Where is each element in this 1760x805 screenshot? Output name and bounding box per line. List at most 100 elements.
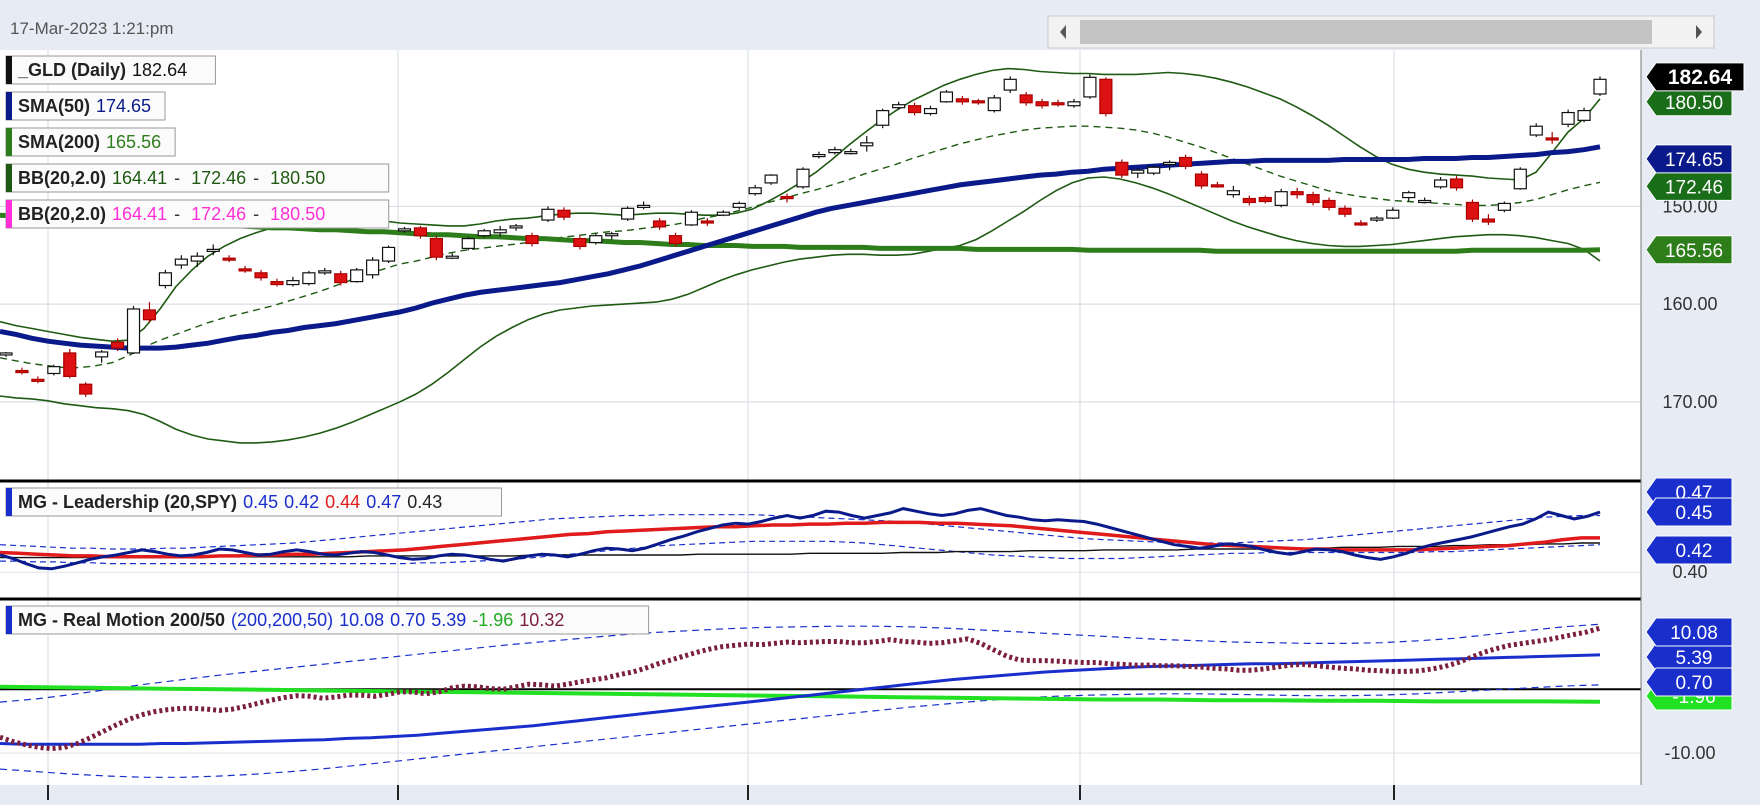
chart-window: 17-Mar-2023 1:21:pm 170.00 160.00 150.00 0.… [0, 0, 1760, 800]
svg-text:165.56: 165.56 [1665, 241, 1723, 262]
svg-text:5.39: 5.39 [1676, 648, 1713, 669]
legend-value: 0.70 [390, 610, 425, 630]
legend-value: 164.41 [112, 168, 167, 188]
svg-text:MG - Leadership (20,SPY)0.450.: MG - Leadership (20,SPY) 0.45 0.42 0.44 0.47… [18, 492, 442, 512]
legend-value: 174.65 [96, 96, 151, 116]
value-badge: 182.64 [1645, 62, 1745, 92]
candle [429, 235, 443, 261]
legend-value: 0.45 [243, 492, 278, 512]
legend-swatch [6, 128, 12, 156]
legend-value: 10.32 [519, 610, 564, 630]
candle [764, 174, 778, 185]
price-plot-area [0, 50, 1641, 480]
legend-item: SMA(50) 174.65 [5, 91, 166, 121]
candle [63, 349, 77, 379]
legend-swatch [6, 92, 12, 120]
legend-swatch [6, 488, 12, 516]
svg-text:10.08: 10.08 [1670, 623, 1718, 644]
svg-text:0.45: 0.45 [1676, 503, 1713, 524]
candle [1083, 74, 1097, 99]
legend-value: 165.56 [106, 132, 161, 152]
price-axis: 170.00160.00150.000.40-10.00180.50172.46… [1645, 62, 1745, 763]
legend-swatch [6, 606, 12, 634]
legend-label: SMA(50) [18, 96, 90, 116]
legend-value: 0.43 [407, 492, 442, 512]
legend-value: 5.39 [431, 610, 466, 630]
svg-text:172.46: 172.46 [1665, 177, 1723, 198]
candle [621, 206, 635, 222]
legend-value: 172.46 [191, 204, 246, 224]
axis-tick-label: 160.00 [1662, 294, 1717, 314]
legend-label: MG - Leadership (20,SPY) [18, 492, 237, 512]
horizontal-scrollbar[interactable] [1047, 15, 1715, 49]
candle [126, 306, 141, 354]
legend-value: 164.41 [112, 204, 167, 224]
svg-text:BB(20,2.0)164.41 - 172.46 - 18: BB(20,2.0) 164.41 - 172.46 - 180.50 [18, 204, 325, 224]
candle [350, 267, 364, 283]
legend-value: - [169, 168, 185, 188]
scrollbar-thumb[interactable] [1080, 20, 1652, 44]
value-badge: 165.56 [1645, 235, 1733, 265]
svg-text:0.70: 0.70 [1676, 673, 1713, 694]
value-badge: 10.08 [1645, 617, 1733, 647]
candle [302, 270, 316, 286]
candle [1513, 167, 1527, 190]
legend-value: 0.42 [284, 492, 319, 512]
candle [1003, 76, 1017, 93]
legend-swatch [6, 56, 12, 84]
candle [1497, 201, 1511, 213]
timestamp: 17-Mar-2023 1:21:pm [10, 19, 173, 38]
legend-value: - [248, 204, 264, 224]
axis-tick-label: 0.40 [1672, 562, 1707, 582]
legend-value: - [248, 168, 264, 188]
candle [1593, 76, 1607, 96]
svg-text:MG - Real Motion 200/50(200,20: MG - Real Motion 200/50 (200,200,50) 10.08… [18, 610, 564, 630]
legend-value: - [169, 204, 185, 224]
value-badge: 5.39 [1645, 642, 1733, 672]
value-badge: 174.65 [1645, 144, 1733, 174]
legend-label: BB(20,2.0) [18, 204, 106, 224]
legend-item: MG - Leadership (20,SPY) 0.45 0.42 0.44 0.47… [5, 487, 503, 517]
candle [796, 167, 810, 189]
candle [1115, 159, 1129, 179]
candle [1274, 188, 1288, 208]
value-badge: 0.45 [1645, 497, 1733, 527]
svg-text:174.65: 174.65 [1665, 150, 1723, 171]
candle [47, 364, 61, 376]
legend-value: 182.64 [132, 60, 187, 80]
legend-value: 0.47 [366, 492, 401, 512]
value-badge: 0.42 [1645, 535, 1733, 565]
candle [541, 206, 555, 222]
legend-value: 180.50 [270, 168, 325, 188]
legend-value: 0.44 [325, 492, 360, 512]
svg-text:BB(20,2.0)164.41 - 172.46 - 18: BB(20,2.0) 164.41 - 172.46 - 180.50 [18, 168, 325, 188]
legend-label: BB(20,2.0) [18, 168, 106, 188]
svg-text:182.64: 182.64 [1668, 66, 1733, 89]
value-badge: 172.46 [1645, 171, 1733, 201]
svg-text:_GLD (Daily)182.64: _GLD (Daily) 182.64 [17, 60, 187, 80]
axis-tick-label: 170.00 [1662, 392, 1717, 412]
svg-text:0.42: 0.42 [1676, 541, 1713, 562]
legend-label: MG - Real Motion 200/50 [18, 610, 225, 630]
candle [939, 90, 954, 103]
legend-label: _GLD (Daily) [17, 60, 126, 80]
legend-swatch [6, 164, 12, 192]
legend-item: BB(20,2.0) 164.41 - 172.46 - 180.50 [5, 163, 390, 193]
legend-value: (200,200,50) [231, 610, 333, 630]
legend-value: 10.08 [339, 610, 384, 630]
candle [684, 210, 699, 226]
candle [158, 269, 172, 289]
legend-item: BB(20,2.0) 164.41 - 172.46 - 180.50 [5, 199, 390, 229]
svg-text:180.50: 180.50 [1665, 93, 1723, 114]
axis-tick-label: -10.00 [1664, 743, 1715, 763]
value-badge: 0.70 [1645, 667, 1733, 697]
candle [1561, 109, 1575, 128]
svg-text:SMA(50)174.65: SMA(50) 174.65 [18, 96, 151, 116]
legend-item: SMA(200) 165.56 [5, 127, 176, 157]
legend-item: MG - Real Motion 200/50 (200,200,50) 10.08… [5, 605, 650, 635]
candle [1099, 77, 1113, 117]
candle [1465, 199, 1480, 222]
legend-value: -1.96 [472, 610, 513, 630]
svg-text:SMA(200)165.56: SMA(200) 165.56 [18, 132, 161, 152]
candle [1194, 171, 1209, 189]
